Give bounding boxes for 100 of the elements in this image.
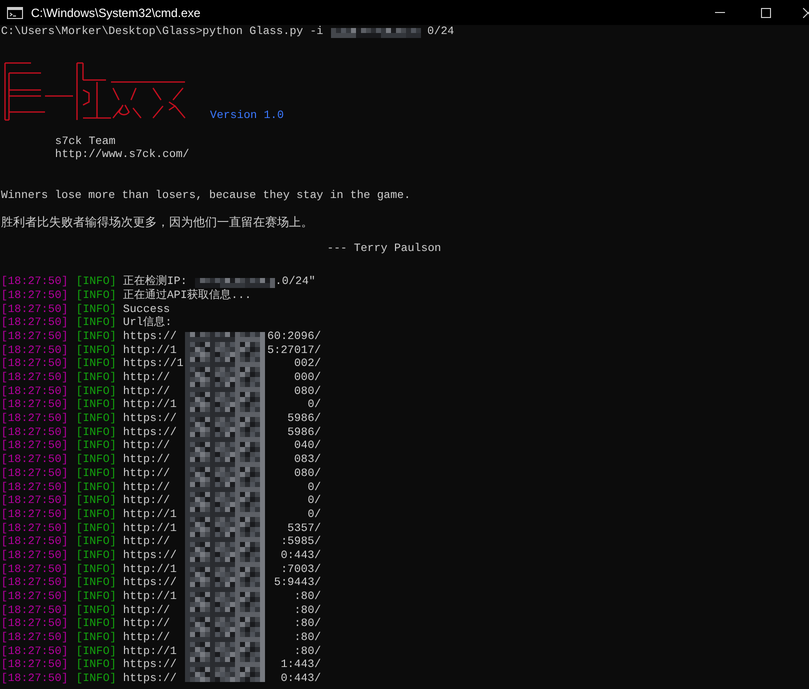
log-timestamp: [18:27:50] <box>1 522 70 536</box>
log-level: [INFO] <box>76 495 118 508</box>
url-text: http:// <box>123 495 171 508</box>
log-level: [INFO] <box>76 508 118 522</box>
log-message: 正在检测IP: <box>123 276 188 288</box>
url-text: 002/ <box>294 358 321 372</box>
log-timestamp: [18:27:50] <box>1 344 70 358</box>
log-timestamp: [18:27:50] <box>1 673 70 687</box>
url-text: https:// <box>123 426 178 440</box>
log-timestamp: [18:27:50] <box>1 440 70 454</box>
log-timestamp: [18:27:50] <box>1 426 70 440</box>
log-level: [INFO] <box>76 564 118 576</box>
command-line: 0/24 <box>427 26 454 40</box>
log-level: [INFO] <box>76 317 118 330</box>
url-text: 5:9443/ <box>274 577 321 590</box>
log-level: [INFO] <box>76 632 118 646</box>
url-text: http:// <box>123 618 171 632</box>
log-timestamp: [18:27:50] <box>1 618 70 632</box>
log-level: [INFO] <box>76 304 118 316</box>
log-level: [INFO] <box>76 522 118 536</box>
log-timestamp: [18:27:50] <box>1 358 70 372</box>
url-text: 5:27017/ <box>267 344 321 358</box>
url-text: 5986/ <box>287 426 321 440</box>
url-text: 60:2096/ <box>267 330 321 344</box>
log-timestamp: [18:27:50] <box>1 659 70 672</box>
url-text: 0/ <box>308 482 321 494</box>
console-icon <box>7 6 23 18</box>
log-level: [INFO] <box>76 358 118 372</box>
url-text: http:// <box>123 468 171 482</box>
url-text: http:// <box>123 372 171 386</box>
url-text: :80/ <box>294 591 321 604</box>
log-level: [INFO] <box>76 536 118 550</box>
log-level: [INFO] <box>76 591 118 604</box>
window-title: C:\Windows\System32\cmd.exe <box>31 4 200 22</box>
url-text: https:// <box>123 659 178 672</box>
url-text: 080/ <box>294 386 321 398</box>
url-text: 0/ <box>308 495 321 508</box>
url-text: 083/ <box>294 454 321 468</box>
log-timestamp: [18:27:50] <box>1 413 70 426</box>
log-level: [INFO] <box>76 399 118 412</box>
log-level: [INFO] <box>76 618 118 632</box>
url-text: http://1 <box>123 522 178 536</box>
url-text: https:// <box>123 413 178 426</box>
url-text: http://1 <box>123 591 178 604</box>
log-timestamp: [18:27:50] <box>1 372 70 386</box>
url-text: 0:443/ <box>280 550 321 564</box>
log-timestamp: [18:27:50] <box>1 604 70 618</box>
log-timestamp: [18:27:50] <box>1 317 70 330</box>
close-icon <box>803 8 809 18</box>
url-text: http:// <box>123 386 171 398</box>
minimize-icon <box>715 12 725 13</box>
log-message: 正在通过API获取信息... <box>123 290 252 304</box>
log-level: [INFO] <box>76 550 118 564</box>
url-text: http://1 <box>123 344 178 358</box>
log-level: [INFO] <box>76 454 118 468</box>
log-level: [INFO] <box>76 413 118 426</box>
command-line: C:\Users\Morker\Desktop\Glass>python Glass.py -i <box>1 26 324 40</box>
log-level: [INFO] <box>76 659 118 672</box>
log-timestamp: [18:27:50] <box>1 330 70 344</box>
log-level: [INFO] <box>76 386 118 398</box>
url-text: :80/ <box>294 604 321 618</box>
url-text: 080/ <box>294 468 321 482</box>
log-level: [INFO] <box>76 440 118 454</box>
log-level: [INFO] <box>76 673 118 687</box>
url-text: :7003/ <box>280 564 321 576</box>
log-level: [INFO] <box>76 276 118 290</box>
team-url: http://www.s7ck.com/ <box>55 149 190 164</box>
team-name: s7ck Team <box>55 136 116 148</box>
log-timestamp: [18:27:50] <box>1 508 70 522</box>
log-timestamp: [18:27:50] <box>1 646 70 658</box>
url-text: 000/ <box>294 372 321 386</box>
url-text: 1:443/ <box>280 659 321 672</box>
url-text: 5986/ <box>287 413 321 426</box>
log-level: [INFO] <box>76 344 118 358</box>
log-timestamp: [18:27:50] <box>1 290 70 304</box>
log-timestamp: [18:27:50] <box>1 386 70 398</box>
url-text: https:// <box>123 673 178 687</box>
url-text: http://1 <box>123 564 178 576</box>
log-timestamp: [18:27:50] <box>1 536 70 550</box>
log-timestamp: [18:27:50] <box>1 550 70 564</box>
url-text: 0:443/ <box>280 673 321 687</box>
log-timestamp: [18:27:50] <box>1 564 70 576</box>
log-timestamp: [18:27:50] <box>1 577 70 590</box>
log-message: Url信息: <box>123 317 172 330</box>
log-timestamp: [18:27:50] <box>1 276 70 290</box>
log-timestamp: [18:27:50] <box>1 468 70 482</box>
url-text: http://1 <box>123 508 178 522</box>
url-text: http://1 <box>123 399 178 412</box>
log-level: [INFO] <box>76 646 118 658</box>
log-message: Success <box>123 304 170 316</box>
url-text: https://1 <box>123 358 183 372</box>
url-text: 5357/ <box>287 522 321 536</box>
log-level: [INFO] <box>76 468 118 482</box>
log-level: [INFO] <box>76 604 118 618</box>
url-text: https:// <box>123 577 178 590</box>
log-level: [INFO] <box>76 577 118 590</box>
url-text: 0/ <box>308 508 321 522</box>
version-text: Version 1.0 <box>210 110 284 124</box>
log-timestamp: [18:27:50] <box>1 632 70 646</box>
url-text: https:// <box>123 550 178 564</box>
